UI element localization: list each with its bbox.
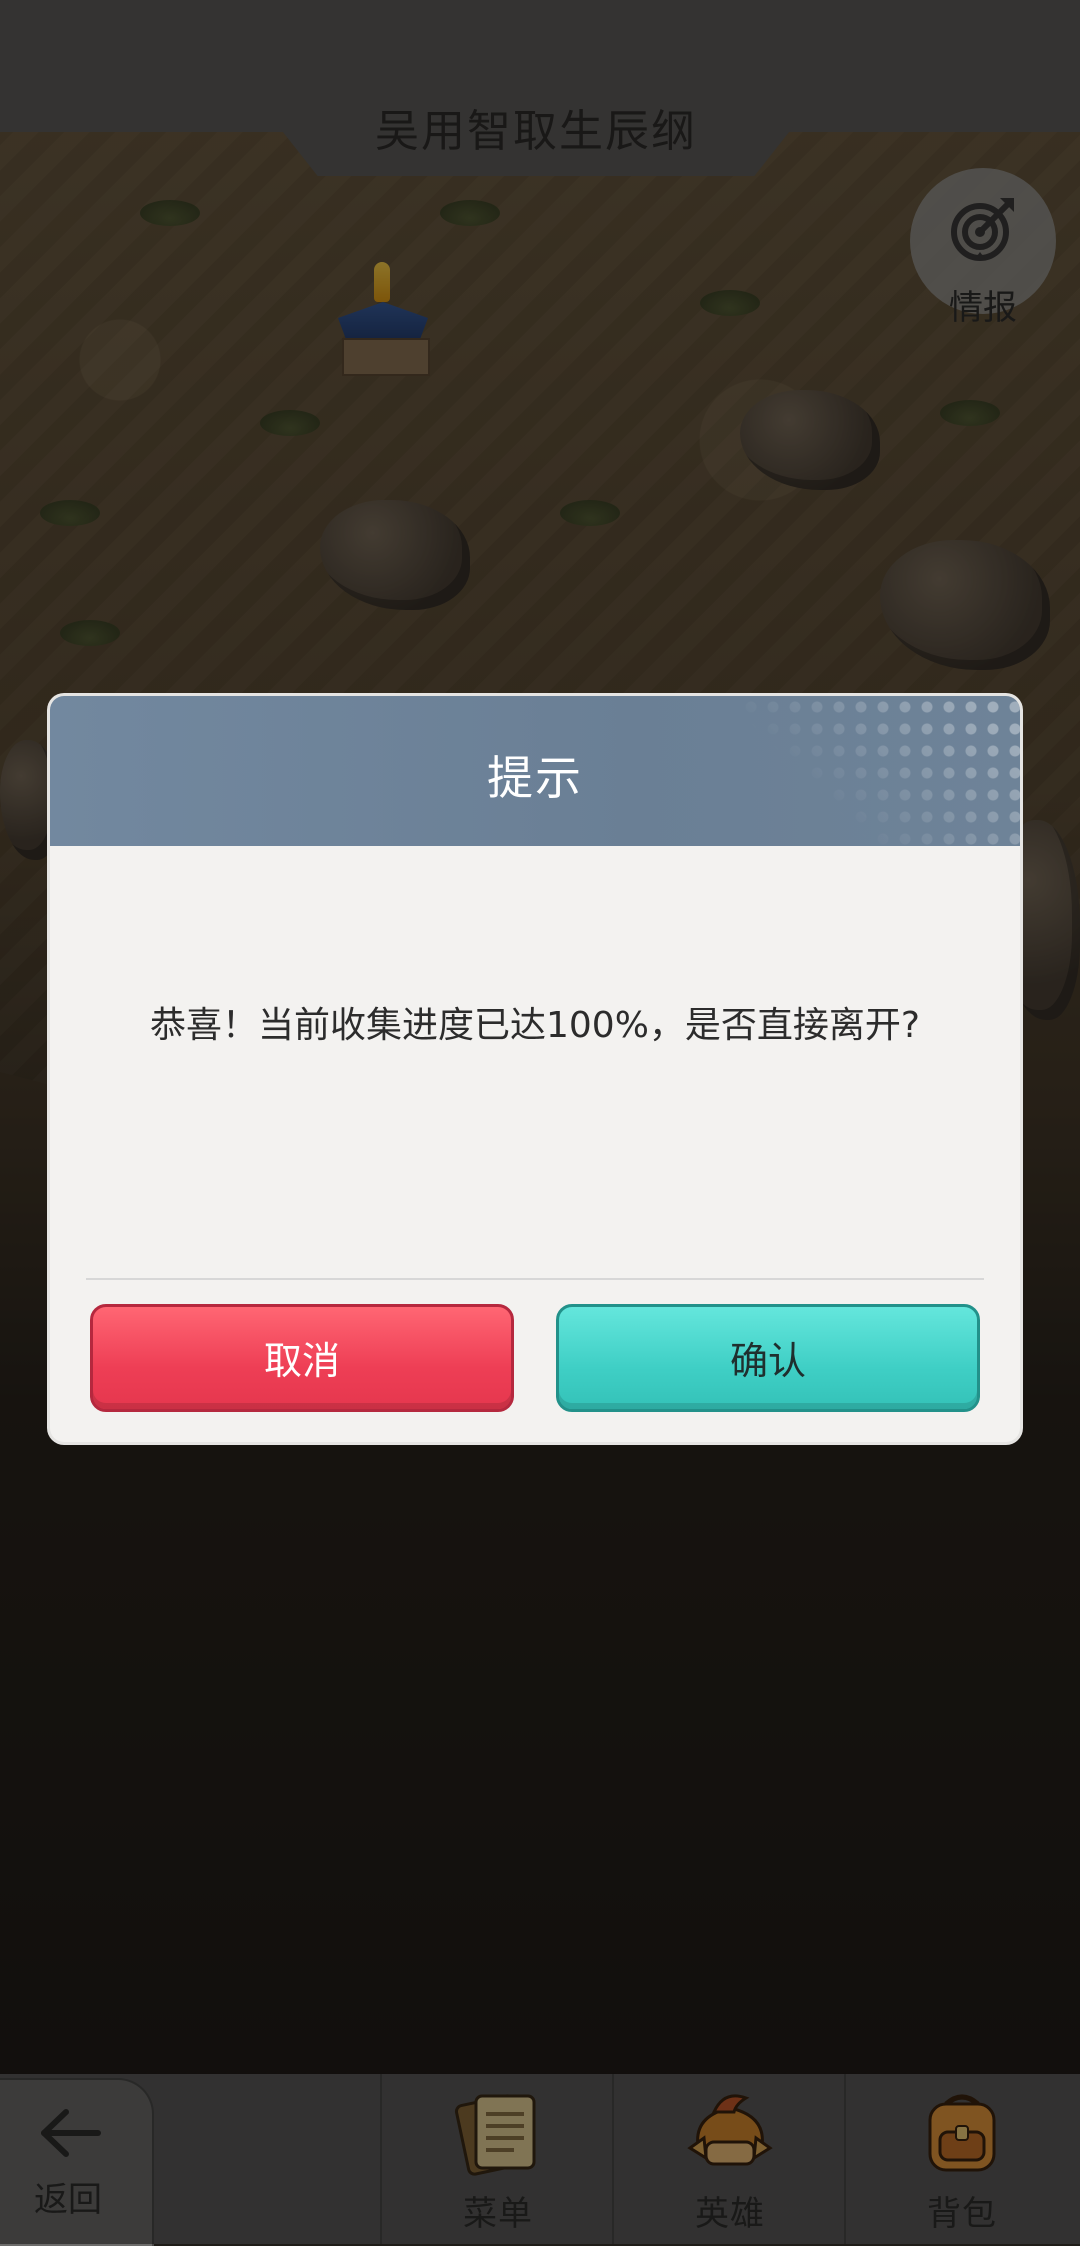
dialog-divider	[86, 1278, 984, 1280]
dialog-message: 恭喜！当前收集进度已达100%，是否直接离开?	[149, 1005, 921, 1046]
cancel-button[interactable]: 取消	[90, 1304, 514, 1412]
dialog-title: 提示	[487, 751, 583, 805]
confirm-dialog: 提示 恭喜！当前收集进度已达100%，是否直接离开? 取消 确认	[50, 696, 1020, 1442]
confirm-button[interactable]: 确认	[556, 1304, 980, 1412]
dialog-header: 提示	[50, 696, 1020, 846]
